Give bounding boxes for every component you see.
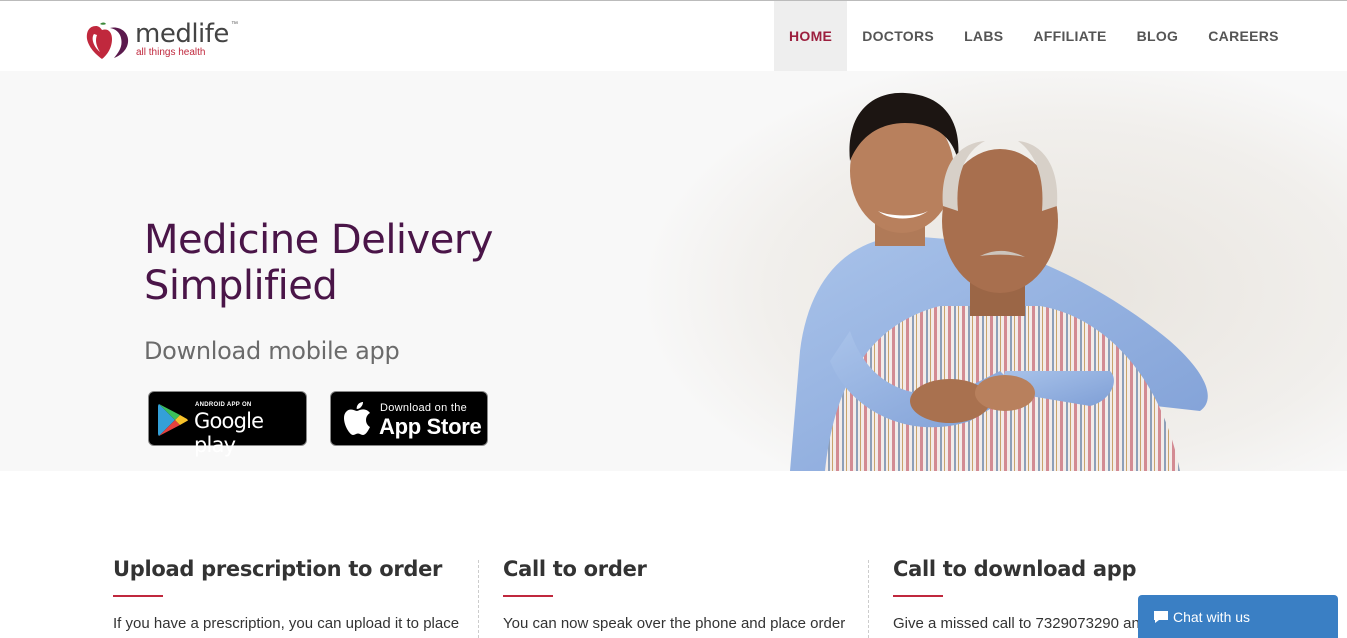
hero-title: Medicine Delivery Simplified	[144, 217, 493, 309]
site-header: medlife ™ all things health HOME DOCTORS…	[0, 1, 1347, 71]
google-play-button[interactable]: ANDROID APP ON Google play	[148, 391, 307, 457]
accent-rule	[113, 595, 163, 597]
app-store-small-label: Download on the	[380, 402, 468, 414]
nav-item-blog[interactable]: BLOG	[1122, 1, 1194, 71]
accent-rule	[503, 595, 553, 597]
feature-title: Upload prescription to order	[113, 557, 443, 581]
heart-logo-icon	[86, 22, 129, 59]
nav-item-home[interactable]: HOME	[774, 1, 848, 71]
google-play-label: Google play	[194, 409, 264, 457]
chat-with-us-button[interactable]: Chat with us	[1138, 595, 1338, 638]
chat-label: Chat with us	[1173, 608, 1251, 625]
nav-item-doctors[interactable]: DOCTORS	[847, 1, 949, 71]
accent-rule	[893, 595, 943, 597]
feature-call-to-order: Call to order You can now speak over the…	[503, 557, 863, 632]
nav-item-careers[interactable]: CAREERS	[1193, 1, 1294, 71]
chat-bubble-icon	[1154, 610, 1168, 623]
medlife-logo[interactable]: medlife ™ all things health	[86, 20, 246, 60]
nav-item-labs[interactable]: LABS	[949, 1, 1018, 71]
google-play-icon	[158, 404, 188, 436]
nav-item-affiliate[interactable]: AFFILIATE	[1018, 1, 1121, 71]
hero-photo-father-son	[640, 71, 1347, 471]
column-divider	[868, 560, 869, 638]
column-divider	[478, 560, 479, 638]
feature-title: Call to order	[503, 557, 647, 581]
apple-icon	[344, 402, 370, 435]
main-nav: HOME DOCTORS LABS AFFILIATE BLOG CAREERS	[774, 1, 1294, 71]
brand-trademark: ™	[231, 21, 238, 28]
brand-name: medlife	[135, 19, 229, 49]
feature-title: Call to download app	[893, 557, 1137, 581]
app-store-button[interactable]: Download on the App Store	[330, 391, 488, 446]
hero-subtitle: Download mobile app	[144, 337, 400, 365]
feature-text: You can now speak over the phone and pla…	[503, 615, 846, 632]
google-play-small-label: ANDROID APP ON	[195, 402, 252, 408]
hero-banner: Medicine Delivery Simplified Download mo…	[0, 71, 1347, 471]
brand-tagline: all things health	[136, 47, 206, 58]
feature-text: If you have a prescription, you can uplo…	[113, 615, 460, 632]
feature-upload-prescription: Upload prescription to order If you have…	[113, 557, 473, 632]
app-store-label: App Store	[379, 414, 482, 439]
